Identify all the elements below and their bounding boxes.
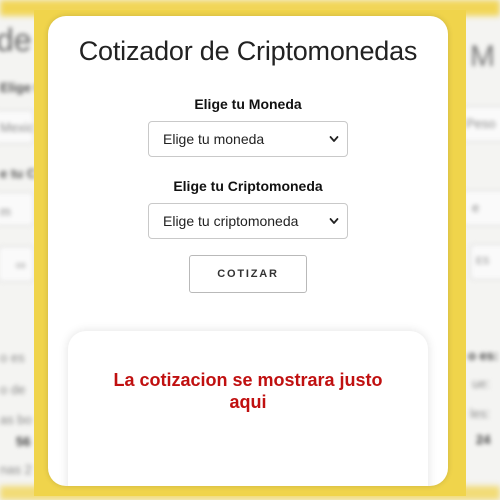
background-fragment: Peso — [466, 116, 496, 131]
crypto-select[interactable]: Elige tu criptomoneda — [148, 203, 348, 239]
crypto-select-value: Elige tu criptomoneda — [163, 213, 299, 229]
background-fragment: o de — [0, 382, 26, 397]
background-title-fragment: de — [0, 22, 32, 58]
result-message: La cotizacion se mostrara justo aqui — [113, 370, 383, 412]
background-fragment: o es: — [468, 348, 499, 363]
background-fragment: co — [16, 260, 26, 270]
cotizar-button[interactable]: COTIZAR — [189, 255, 307, 293]
background-fragment: e tu C — [0, 166, 37, 181]
currency-select-value: Elige tu moneda — [163, 131, 265, 147]
chevron-down-icon — [329, 218, 339, 224]
background-fragment: 24 — [476, 432, 491, 447]
quote-card: Cotizador de Criptomonedas Elige tu Mone… — [48, 16, 448, 486]
currency-label: Elige tu Moneda — [194, 96, 302, 112]
currency-select[interactable]: Elige tu moneda — [148, 121, 348, 157]
background-fragment: as bo — [0, 412, 32, 427]
background-fragment: ue: — [472, 376, 491, 391]
background-fragment: o es — [0, 350, 25, 365]
background-fragment: Mexic — [0, 120, 34, 135]
page-title: Cotizador de Criptomonedas — [78, 36, 418, 66]
crypto-label: Elige tu Criptomoneda — [173, 178, 323, 194]
background-fragment: les: — [470, 406, 491, 421]
background-fragment: 56 — [16, 434, 31, 449]
background-fragment: m — [0, 204, 11, 219]
chevron-down-icon — [329, 136, 339, 142]
background-fragment: ES — [476, 256, 490, 267]
background-fragment: M — [470, 40, 495, 73]
background-fragment: nas 2 — [0, 462, 32, 477]
result-panel: La cotizacion se mostrara justo aqui — [68, 331, 428, 486]
background-fragment: e — [472, 200, 480, 215]
